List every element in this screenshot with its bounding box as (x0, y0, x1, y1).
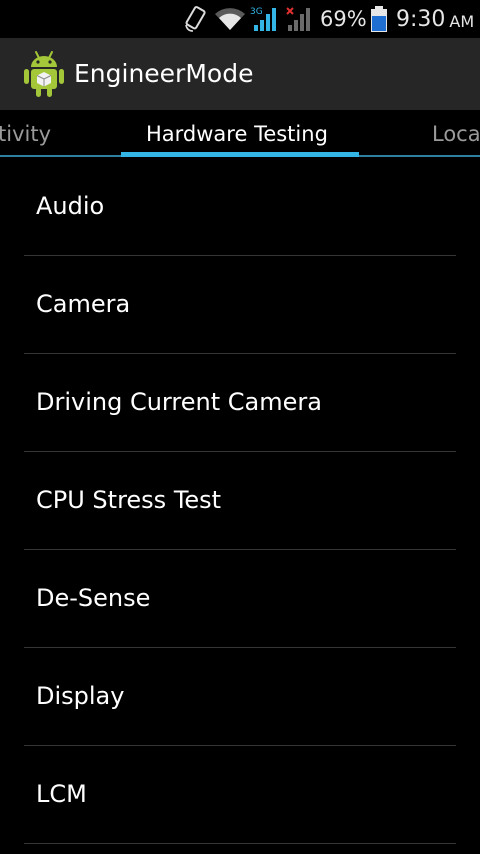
list-item-label: Driving Current Camera (36, 388, 322, 416)
list-item-audio[interactable]: Audio (24, 158, 456, 256)
screen-rotation-icon (184, 0, 208, 38)
list-item-cpu-stress-test[interactable]: CPU Stress Test (24, 452, 456, 550)
tab-selected-indicator (121, 152, 359, 157)
list-item-de-sense[interactable]: De-Sense (24, 550, 456, 648)
list-item-label: CPU Stress Test (36, 486, 222, 514)
battery-percent: 69% (320, 7, 367, 31)
signal-no-sim-icon (284, 0, 312, 38)
android-robot-icon[interactable] (22, 50, 66, 98)
list-item-label: Audio (36, 192, 105, 220)
tab-strip: tivity Hardware Testing Loca (0, 110, 480, 158)
list-item-label: LCM (36, 780, 87, 808)
battery-icon (370, 0, 388, 38)
tab-connectivity[interactable]: tivity (0, 110, 51, 158)
tab-hardware-testing[interactable]: Hardware Testing (146, 110, 328, 158)
action-bar: EngineerMode (0, 38, 480, 110)
list-item-label: Camera (36, 290, 131, 318)
list-item-display[interactable]: Display (24, 648, 456, 746)
list-item-lcm[interactable]: LCM (24, 746, 456, 844)
list-item-camera[interactable]: Camera (24, 256, 456, 354)
app-title: EngineerMode (74, 59, 254, 88)
status-bar: 3G 69% 9:30 AM (0, 0, 480, 38)
list-item-label: De-Sense (36, 584, 151, 612)
signal-3g-icon: 3G (250, 0, 280, 38)
list-item-label: Display (36, 682, 125, 710)
list-item-driving-current-camera[interactable]: Driving Current Camera (24, 354, 456, 452)
clock-time: 9:30 (396, 6, 446, 32)
hardware-testing-list: Audio Camera Driving Current Camera CPU … (0, 158, 480, 844)
tab-location[interactable]: Loca (432, 110, 480, 158)
clock-ampm: AM (449, 11, 475, 31)
wifi-icon (214, 0, 246, 38)
network-type-label: 3G (250, 7, 263, 17)
